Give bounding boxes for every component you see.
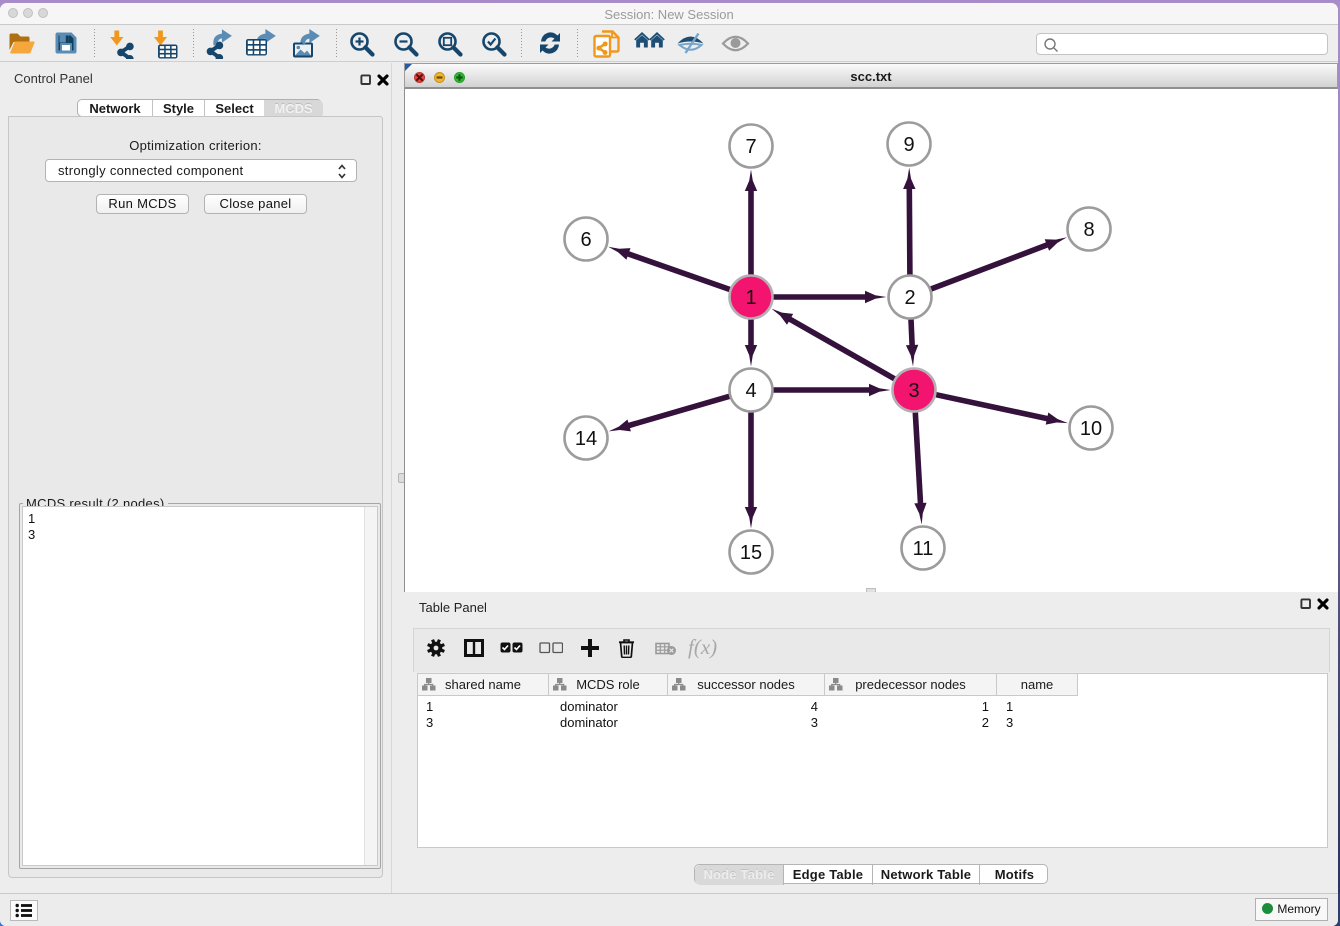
svg-text:6: 6 [580, 229, 591, 251]
svg-text:9: 9 [903, 134, 914, 156]
svg-text:3: 3 [908, 380, 919, 402]
svg-text:10: 10 [1080, 418, 1102, 440]
svg-text:f(x): f(x) [688, 635, 717, 659]
svg-text:15: 15 [740, 542, 762, 564]
svg-text:1: 1 [745, 287, 756, 309]
svg-text:11: 11 [913, 538, 934, 560]
svg-text:2: 2 [904, 287, 915, 309]
svg-text:4: 4 [745, 380, 756, 402]
svg-text:8: 8 [1083, 219, 1094, 241]
svg-text:7: 7 [745, 136, 756, 158]
svg-text:14: 14 [575, 428, 597, 450]
